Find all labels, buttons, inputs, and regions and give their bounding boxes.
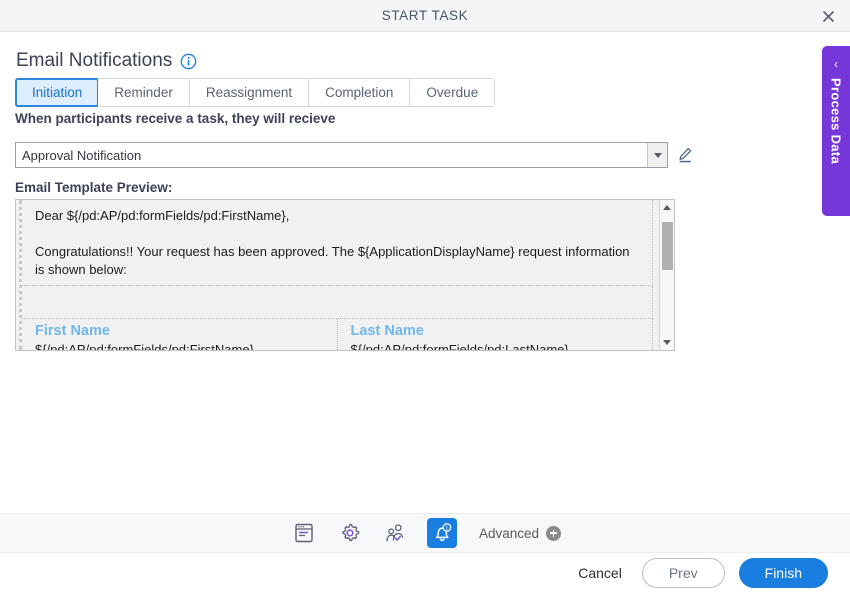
preview-field-value: ${/pd:AP/pd:formFields/pd:LastName} — [350, 342, 569, 350]
preview-spacer-row — [22, 286, 653, 318]
chevron-left-icon: ‹ — [834, 57, 838, 71]
preview-greeting: Dear ${/pd:AP/pd:formFields/pd:FirstName… — [35, 208, 290, 223]
preview-intro-block: Dear ${/pd:AP/pd:formFields/pd:FirstName… — [22, 200, 653, 286]
notification-select-row: Approval Notification — [15, 142, 694, 168]
dialog-title: START TASK — [381, 8, 469, 23]
process-data-label: Process Data — [828, 78, 844, 164]
chevron-down-icon[interactable] — [647, 143, 667, 167]
tab-reassignment[interactable]: Reassignment — [189, 79, 310, 106]
bell-badge-count: 1 — [445, 525, 448, 531]
preview-scrollbar[interactable] — [659, 200, 674, 350]
bell-notification-glyph: 1 — [436, 523, 452, 541]
preview-field-cell: Last Name ${/pd:AP/pd:formFields/pd:Last… — [338, 319, 653, 350]
tab-reminder[interactable]: Reminder — [98, 79, 190, 106]
page-title: Email Notifications — [16, 50, 173, 71]
scroll-down-arrow-icon[interactable] — [660, 335, 674, 350]
email-template-preview: Dear ${/pd:AP/pd:formFields/pd:FirstName… — [15, 199, 675, 351]
notification-select[interactable]: Approval Notification — [15, 142, 668, 168]
tab-overdue[interactable]: Overdue — [410, 79, 495, 106]
gear-icon[interactable] — [335, 518, 365, 548]
advanced-label: Advanced — [478, 525, 540, 541]
preview-field-name: First Name — [35, 323, 110, 339]
form-icon[interactable] — [289, 518, 319, 548]
tab-reminder-label: Reminder — [114, 85, 173, 100]
dialog-footer: Cancel Prev Finish — [572, 558, 828, 588]
advanced-toggle[interactable]: Advanced — [478, 525, 562, 541]
tab-completion-label: Completion — [325, 85, 394, 100]
preview-field-name: Last Name — [350, 323, 424, 339]
tab-initiation-label: Initiation — [32, 85, 83, 100]
participant-check-glyph — [386, 524, 404, 542]
pencil-icon[interactable] — [676, 146, 694, 164]
dialog-titlebar: START TASK — [0, 0, 850, 32]
notification-field-label: When participants receive a task, they w… — [15, 111, 336, 126]
email-notification-tabs: Initiation Reminder Reassignment Complet… — [15, 78, 496, 107]
close-icon[interactable] — [816, 4, 840, 28]
close-glyph — [822, 10, 834, 22]
preview-field-value: ${/pd:AP/pd:formFields/pd:FirstName} — [35, 342, 254, 350]
process-data-panel-toggle[interactable]: ‹ Process Data — [822, 46, 850, 216]
preview-body: Congratulations!! Your request has been … — [35, 244, 630, 277]
step-toolbar: 1 Advanced — [0, 513, 850, 553]
start-task-dialog: START TASK Email Notifications Initiatio… — [0, 0, 850, 600]
info-icon[interactable] — [180, 53, 197, 70]
tab-initiation[interactable]: Initiation — [15, 78, 100, 107]
notification-select-value: Approval Notification — [22, 147, 142, 163]
bell-notification-icon[interactable]: 1 — [426, 518, 457, 548]
tab-reassignment-label: Reassignment — [205, 85, 293, 100]
tab-completion[interactable]: Completion — [309, 79, 411, 106]
scrollbar-thumb[interactable] — [662, 222, 673, 270]
prev-button[interactable]: Prev — [641, 558, 725, 588]
preview-field-cell: First Name ${/pd:AP/pd:formFields/pd:Fir… — [22, 319, 338, 350]
preview-label: Email Template Preview: — [15, 180, 173, 195]
form-glyph — [295, 523, 313, 543]
tab-overdue-label: Overdue — [426, 85, 479, 100]
finish-button[interactable]: Finish — [738, 558, 828, 588]
scroll-up-arrow-icon[interactable] — [660, 200, 674, 215]
cancel-button[interactable]: Cancel — [572, 561, 628, 585]
preview-fields-table: First Name ${/pd:AP/pd:formFields/pd:Fir… — [22, 318, 653, 350]
gear-glyph — [342, 523, 360, 542]
plus-circle-icon[interactable] — [546, 525, 562, 541]
preview-content: Dear ${/pd:AP/pd:formFields/pd:FirstName… — [19, 200, 659, 350]
page-heading-row: Email Notifications — [16, 50, 197, 72]
participant-check-icon[interactable] — [381, 518, 411, 548]
